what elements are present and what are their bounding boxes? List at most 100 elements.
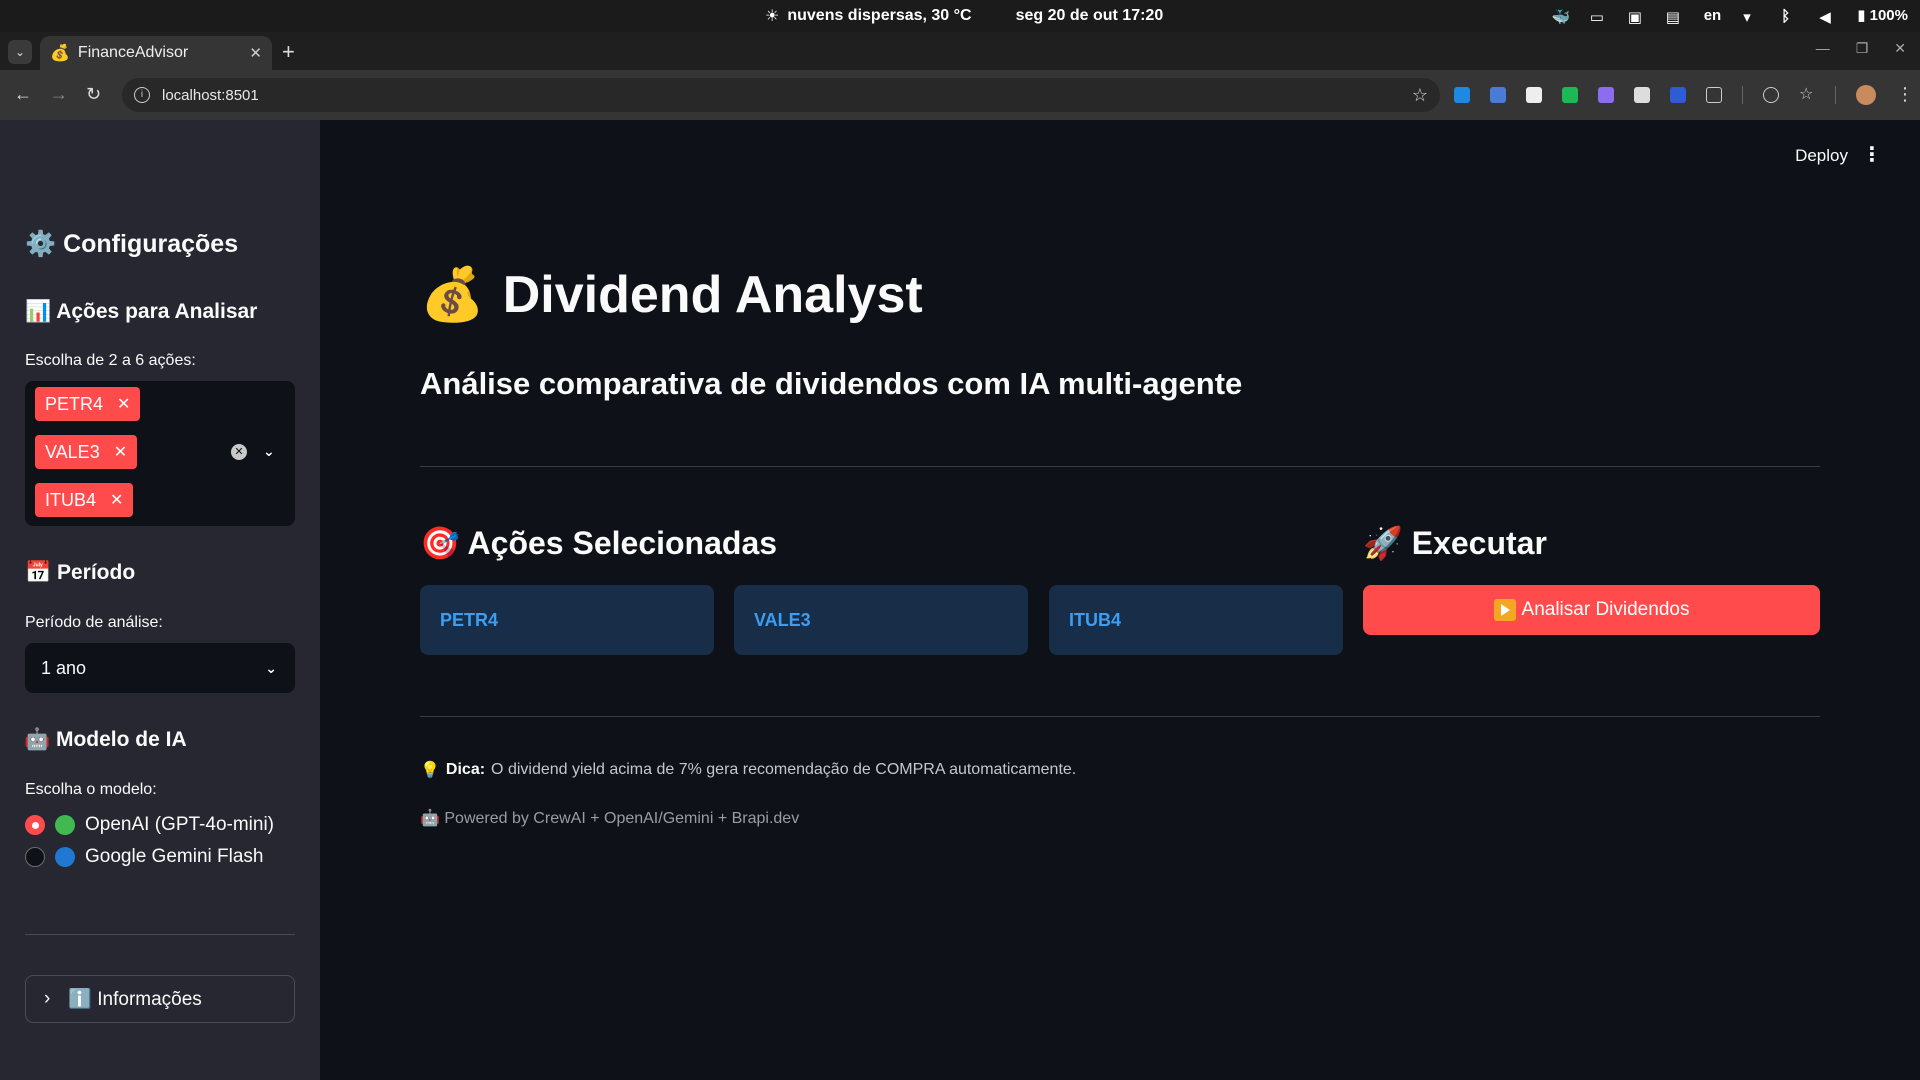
main-content: Deploy ⋮ 💰 Dividend Analyst Análise comp… (320, 120, 1920, 1080)
weather-text: nuvens dispersas, 30 °C (787, 7, 972, 24)
radio-label: OpenAI (GPT-4o-mini) (85, 814, 274, 835)
url-text: localhost:8501 (162, 86, 259, 104)
tip-label: Dica: (445, 761, 486, 778)
translate-extension-icon[interactable] (1490, 86, 1506, 103)
money-bag-icon: 💰 (420, 266, 485, 324)
radio-button-selected[interactable] (25, 815, 45, 835)
divider (420, 466, 1820, 467)
deploy-button[interactable]: Deploy (1795, 146, 1848, 166)
notion-extension-icon[interactable] (1526, 86, 1542, 103)
remove-chip-icon[interactable]: ✕ (110, 490, 123, 510)
toolbar-divider (1835, 85, 1836, 104)
close-window-icon[interactable]: ✕ (1894, 40, 1906, 57)
period-value: 1 ano (41, 658, 87, 678)
stocks-heading: 📊 Ações para Analisar (25, 300, 258, 323)
keyboard-language[interactable]: en (1704, 7, 1722, 24)
close-tab-icon[interactable]: ✕ (249, 44, 262, 62)
bookmarks-icon[interactable]: ☆ (1799, 86, 1815, 103)
toolbar-divider (1742, 85, 1743, 104)
stock-chip[interactable]: VALE3 ✕ (35, 435, 138, 469)
analyze-dividends-button[interactable]: Analisar Dividendos (1363, 585, 1820, 635)
reload-icon[interactable]: ↻ (86, 84, 101, 105)
purple-extension-icon[interactable] (1598, 86, 1614, 103)
stock-card: VALE3 (734, 585, 1028, 655)
new-tab-button[interactable]: + (282, 39, 295, 65)
stocks-label: Escolha de 2 a 6 ações: (25, 352, 196, 369)
chevron-down-icon[interactable]: ⌄ (263, 443, 275, 460)
weather-indicator[interactable]: ☀ nuvens dispersas, 30 °C (765, 6, 972, 26)
period-heading: 📅 Período (25, 561, 136, 584)
clear-all-icon[interactable]: ✕ (231, 444, 247, 460)
profile-avatar[interactable] (1856, 84, 1876, 105)
bookmark-star-icon[interactable]: ☆ (1412, 85, 1428, 106)
stock-card: PETR4 (420, 585, 714, 655)
extension-icon[interactable] (1454, 86, 1470, 103)
main-menu-icon[interactable]: ⋮ (1862, 142, 1882, 167)
radio-button[interactable] (25, 847, 45, 867)
remove-chip-icon[interactable]: ✕ (117, 394, 130, 414)
stocks-multiselect[interactable]: PETR4 ✕ VALE3 ✕ ITUB4 ✕ ✕ ⌄ (25, 381, 295, 526)
tab-title: FinanceAdvisor (77, 44, 189, 61)
radio-label: Google Gemini Flash (85, 846, 264, 867)
model-heading: 🤖 Modelo de IA (24, 728, 187, 751)
settings-heading: ⚙️ Configurações (25, 230, 239, 258)
display-icon[interactable]: ▤ (1666, 8, 1682, 26)
chip-label: VALE3 (45, 441, 100, 462)
stock-chip[interactable]: ITUB4 ✕ (35, 483, 134, 517)
powered-by-text: 🤖 Powered by CrewAI + OpenAI/Gemini + Br… (420, 810, 800, 827)
battery-level: 100% (1869, 7, 1908, 24)
chevron-right-icon: › (44, 988, 51, 1009)
money-bag-icon: 💰 (50, 45, 70, 62)
green-extension-icon[interactable] (1562, 86, 1578, 103)
green-circle-icon (55, 815, 75, 835)
tab-search-button[interactable]: ⌄ (8, 40, 32, 64)
battery-icon: ▮ (1857, 7, 1870, 24)
extensions-puzzle-icon[interactable] (1706, 86, 1722, 103)
bluetooth-icon[interactable]: ᛒ (1781, 8, 1797, 25)
chevron-down-icon: ⌄ (265, 660, 277, 676)
page-title-text: Dividend Analyst (502, 265, 923, 324)
remove-chip-icon[interactable]: ✕ (114, 442, 127, 462)
weather-icon: ☀ (765, 8, 780, 25)
expander-label: ℹ️ Informações (68, 989, 202, 1010)
model-label: Escolha o modelo: (25, 781, 157, 798)
radio-openai[interactable]: OpenAI (GPT-4o-mini) (25, 814, 274, 836)
chip-label: PETR4 (45, 393, 104, 414)
tip-body: O dividend yield acima de 7% gera recome… (491, 761, 1077, 778)
volume-icon[interactable]: ◀ (1819, 8, 1835, 26)
minimize-icon[interactable]: — (1816, 40, 1830, 57)
light-bulb-icon: 💡 (420, 762, 440, 779)
forward-icon[interactable]: → (50, 84, 68, 105)
site-info-icon[interactable]: i (134, 87, 150, 103)
document-extension-icon[interactable] (1634, 86, 1650, 103)
os-top-bar: ☀ nuvens dispersas, 30 °C seg 20 de out … (0, 0, 1920, 32)
play-icon (1493, 599, 1516, 621)
selected-stocks-heading: 🎯 Ações Selecionadas (420, 525, 778, 561)
clock[interactable]: seg 20 de out 17:20 (1016, 7, 1164, 25)
stock-chip[interactable]: PETR4 ✕ (35, 387, 141, 421)
app-tray-icon[interactable]: ▣ (1628, 8, 1644, 26)
radio-gemini[interactable]: Google Gemini Flash (25, 846, 263, 868)
browser-menu-icon[interactable]: ⋮ (1896, 84, 1914, 105)
browser-tab[interactable]: 💰 FinanceAdvisor ✕ (40, 36, 272, 70)
drive-icon[interactable]: ▭ (1590, 8, 1606, 26)
screenshot-icon[interactable] (1763, 86, 1779, 103)
info-expander[interactable]: › ℹ️ Informações (25, 975, 295, 1023)
chip-label: ITUB4 (45, 489, 97, 510)
docker-icon[interactable]: 🐳 (1552, 8, 1571, 26)
restore-icon[interactable]: ❐ (1856, 40, 1869, 57)
period-select[interactable]: 1 ano ⌄ (25, 643, 295, 693)
page-subtitle: Análise comparativa de dividendos com IA… (420, 366, 1243, 401)
divider (420, 716, 1820, 717)
period-label: Período de análise: (25, 614, 163, 631)
wifi-icon[interactable]: ▾ (1743, 8, 1759, 26)
browser-tab-strip: ⌄ 💰 FinanceAdvisor ✕ + — ❐ ✕ (0, 32, 1920, 70)
battery-indicator[interactable]: ▮ 100% (1857, 6, 1908, 24)
shield-extension-icon[interactable] (1670, 86, 1686, 103)
stock-card: ITUB4 (1049, 585, 1343, 655)
sidebar: ⚙️ Configurações 📊 Ações para Analisar E… (0, 120, 320, 1080)
address-bar[interactable]: i localhost:8501 ☆ (122, 78, 1440, 112)
blue-circle-icon (55, 847, 75, 867)
back-icon[interactable]: ← (14, 84, 32, 105)
execute-heading: 🚀 Executar (1363, 525, 1547, 561)
